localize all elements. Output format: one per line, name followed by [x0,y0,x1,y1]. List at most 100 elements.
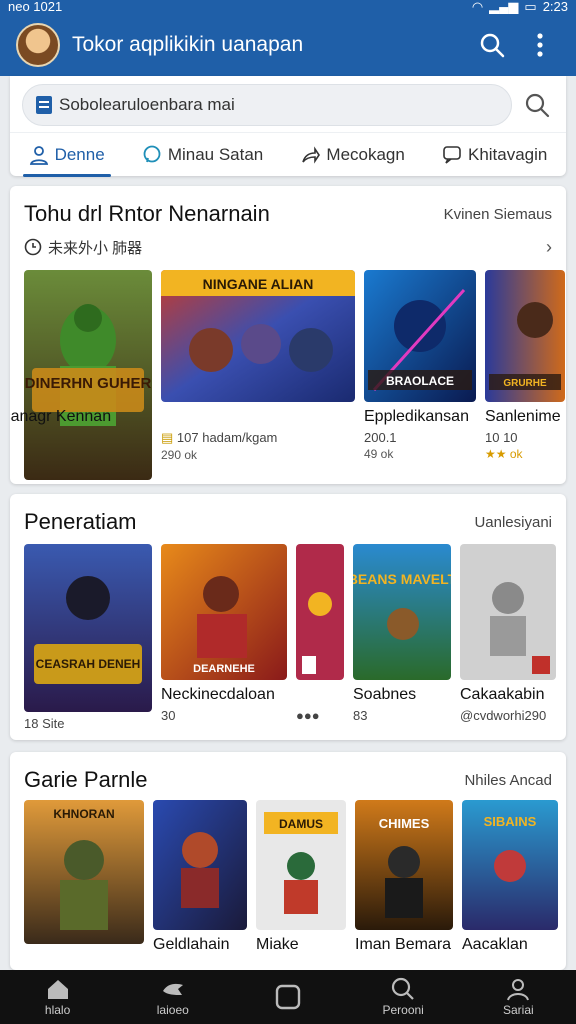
app-title: Tokor aqplikikin uanapan [72,33,304,56]
bottom-nav: hlalo laioeo Perooni Sariai [0,970,576,1024]
app-thumbnail: SIBAINS [462,800,558,930]
app-thumbnail: NINGANE ALIAN [161,270,355,402]
chevron-right-icon: › [546,236,552,257]
app-card[interactable]: BRAOLACE Eppledikansan 200.1 49 ok [364,270,476,480]
see-more-link[interactable]: Nhiles Ancad [464,772,552,789]
section-title: Tohu drl Rntor Nenarnain [24,201,270,226]
wifi-icon: ◠ [471,0,484,14]
clock-icon [24,238,42,256]
nav-home[interactable]: hlalo [13,977,103,1017]
app-meta: @cvdworhi290 [460,708,547,723]
app-thumbnail [460,544,556,680]
battery-icon: ▭ [524,0,537,14]
thumb-text: KHNORAN [53,807,114,821]
app-thumbnail [296,544,344,680]
thumb-text: SIBAINS [484,814,537,829]
see-more-link[interactable]: Uanlesiyani [474,514,552,531]
app-name: Cakaakabin [460,686,545,703]
card-row: DINERHN GUHER NINGANE ALIAN Rayjicanagr … [10,270,566,480]
app-card[interactable]: DINERHN GUHER [24,270,152,480]
nav-profile[interactable]: Sariai [473,977,563,1017]
app-name: Miake [256,936,299,953]
nav-feed[interactable]: laioeo [128,977,218,1017]
status-time: 2:23 [542,0,568,14]
app-card[interactable]: Geldlahain [153,800,247,954]
tab-khitavagin[interactable]: Khitavagin [436,133,553,177]
section-featured: Tohu drl Rntor Nenarnain Kvinen Siemaus … [10,186,566,484]
status-left-text: neo 1021 [8,0,63,14]
thumb-text: DINERHN GUHER [25,375,152,392]
section-title: Peneratiam [24,509,137,534]
app-thumbnail: BRAOLACE [364,270,476,402]
thumb-text: BEANS MAVELT [353,571,451,587]
tab-mecokagn[interactable]: Mecokagn [294,133,410,177]
nav-label: laioeo [156,1003,189,1017]
bird-icon [162,983,183,995]
tab-denne[interactable]: Denne [22,133,111,177]
nav-label: Perooni [382,1003,424,1017]
search-icon [525,93,550,118]
search-panel: Denne Minau Satan Mecokagn Khitavagin [10,76,566,177]
app-meta: 200.1 [364,430,397,445]
more-vertical-icon [537,33,543,57]
avatar[interactable] [16,23,60,67]
app-card[interactable]: BEANS MAVELT Soabnes 83 [353,544,451,731]
app-thumbnail: DAMUS [256,800,346,930]
app-card[interactable]: NINGANE ALIAN Rayjicanagr Kennan ▤ 107 h… [10,270,355,480]
nav-label: hlalo [44,1003,71,1017]
app-meta: ▤ 107 hadam/kgam [161,430,278,445]
app-meta: 30 [161,708,176,723]
tab-minau-satan[interactable]: Minau Satan [136,133,269,177]
section-games: Garie Parnle Nhiles Ancad KHNORAN Geldla… [10,752,566,970]
document-icon [36,96,52,114]
search-input[interactable] [59,95,459,115]
share-icon [302,145,321,164]
more-options-button[interactable] [520,25,560,65]
app-card[interactable]: CHIMES Iman Bemara [355,800,453,954]
thumb-text: DEARNEHE [193,663,255,675]
app-card[interactable]: DEARNEHE Neckinecdaloan 30 [161,544,287,731]
app-card[interactable]: ●●● [296,544,344,731]
app-card[interactable]: GRURHE Sanlenime 10 10 ★★ ok [485,270,565,480]
app-downloads: 290 ok [161,448,198,462]
app-thumbnail: KHNORAN [24,800,144,944]
card-row: CEASRAH DENEH 18 Site DEARNEHE Neckinecd… [24,544,566,731]
nav-center[interactable] [243,984,333,1010]
tab-label: Minau Satan [167,144,264,164]
see-more-link[interactable]: Kvinen Siemaus [444,206,552,223]
app-card[interactable]: DAMUS Miake [256,800,346,954]
section-popular: Peneratiam Uanlesiyani CEASRAH DENEH 18 … [10,494,566,740]
app-card[interactable]: SIBAINS Aacaklan [462,800,558,954]
thumb-text: NINGANE ALIAN [203,276,314,292]
search-button[interactable] [472,25,512,65]
thumb-text: CHIMES [379,816,430,831]
section-title: Garie Parnle [24,767,148,792]
home-icon [47,980,68,999]
app-thumbnail: DINERHN GUHER [24,270,152,480]
tab-label: Mecokagn [326,144,405,164]
app-thumbnail: GRURHE [485,270,565,402]
app-thumbnail [153,800,247,930]
nav-search[interactable]: Perooni [358,977,448,1017]
app-card[interactable]: Cakaakabin @cvdworhi290 [460,544,556,731]
app-rating: ★★ ok [485,447,523,461]
app-name: Geldlahain [153,936,230,953]
status-bar: neo 1021 ◠ ▂▄▆ ▭ 2:23 [0,0,576,14]
app-card[interactable]: CEASRAH DENEH 18 Site [24,544,152,731]
app-name: Aacaklan [462,936,528,953]
section-subtitle: 未来外小 肺器 [48,239,143,257]
app-bar: Tokor aqplikikin uanapan [0,14,576,76]
app-name: Rayjicanagr Kennan [10,408,112,425]
search-submit-button[interactable] [520,88,554,122]
app-meta: 10 10 [485,430,518,445]
search-box[interactable] [22,84,512,126]
app-card[interactable]: KHNORAN [24,800,144,954]
app-meta: 18 Site [24,716,65,731]
tab-label: Khitavagin [467,144,548,164]
search-icon [480,33,505,58]
thumb-text: GRURHE [503,378,547,389]
app-meta: 83 [353,708,368,723]
app-name: Neckinecdaloan [161,686,275,703]
nav-label: Sariai [503,1003,534,1017]
section-subrow[interactable]: 未来外小 肺器 › [24,236,552,258]
